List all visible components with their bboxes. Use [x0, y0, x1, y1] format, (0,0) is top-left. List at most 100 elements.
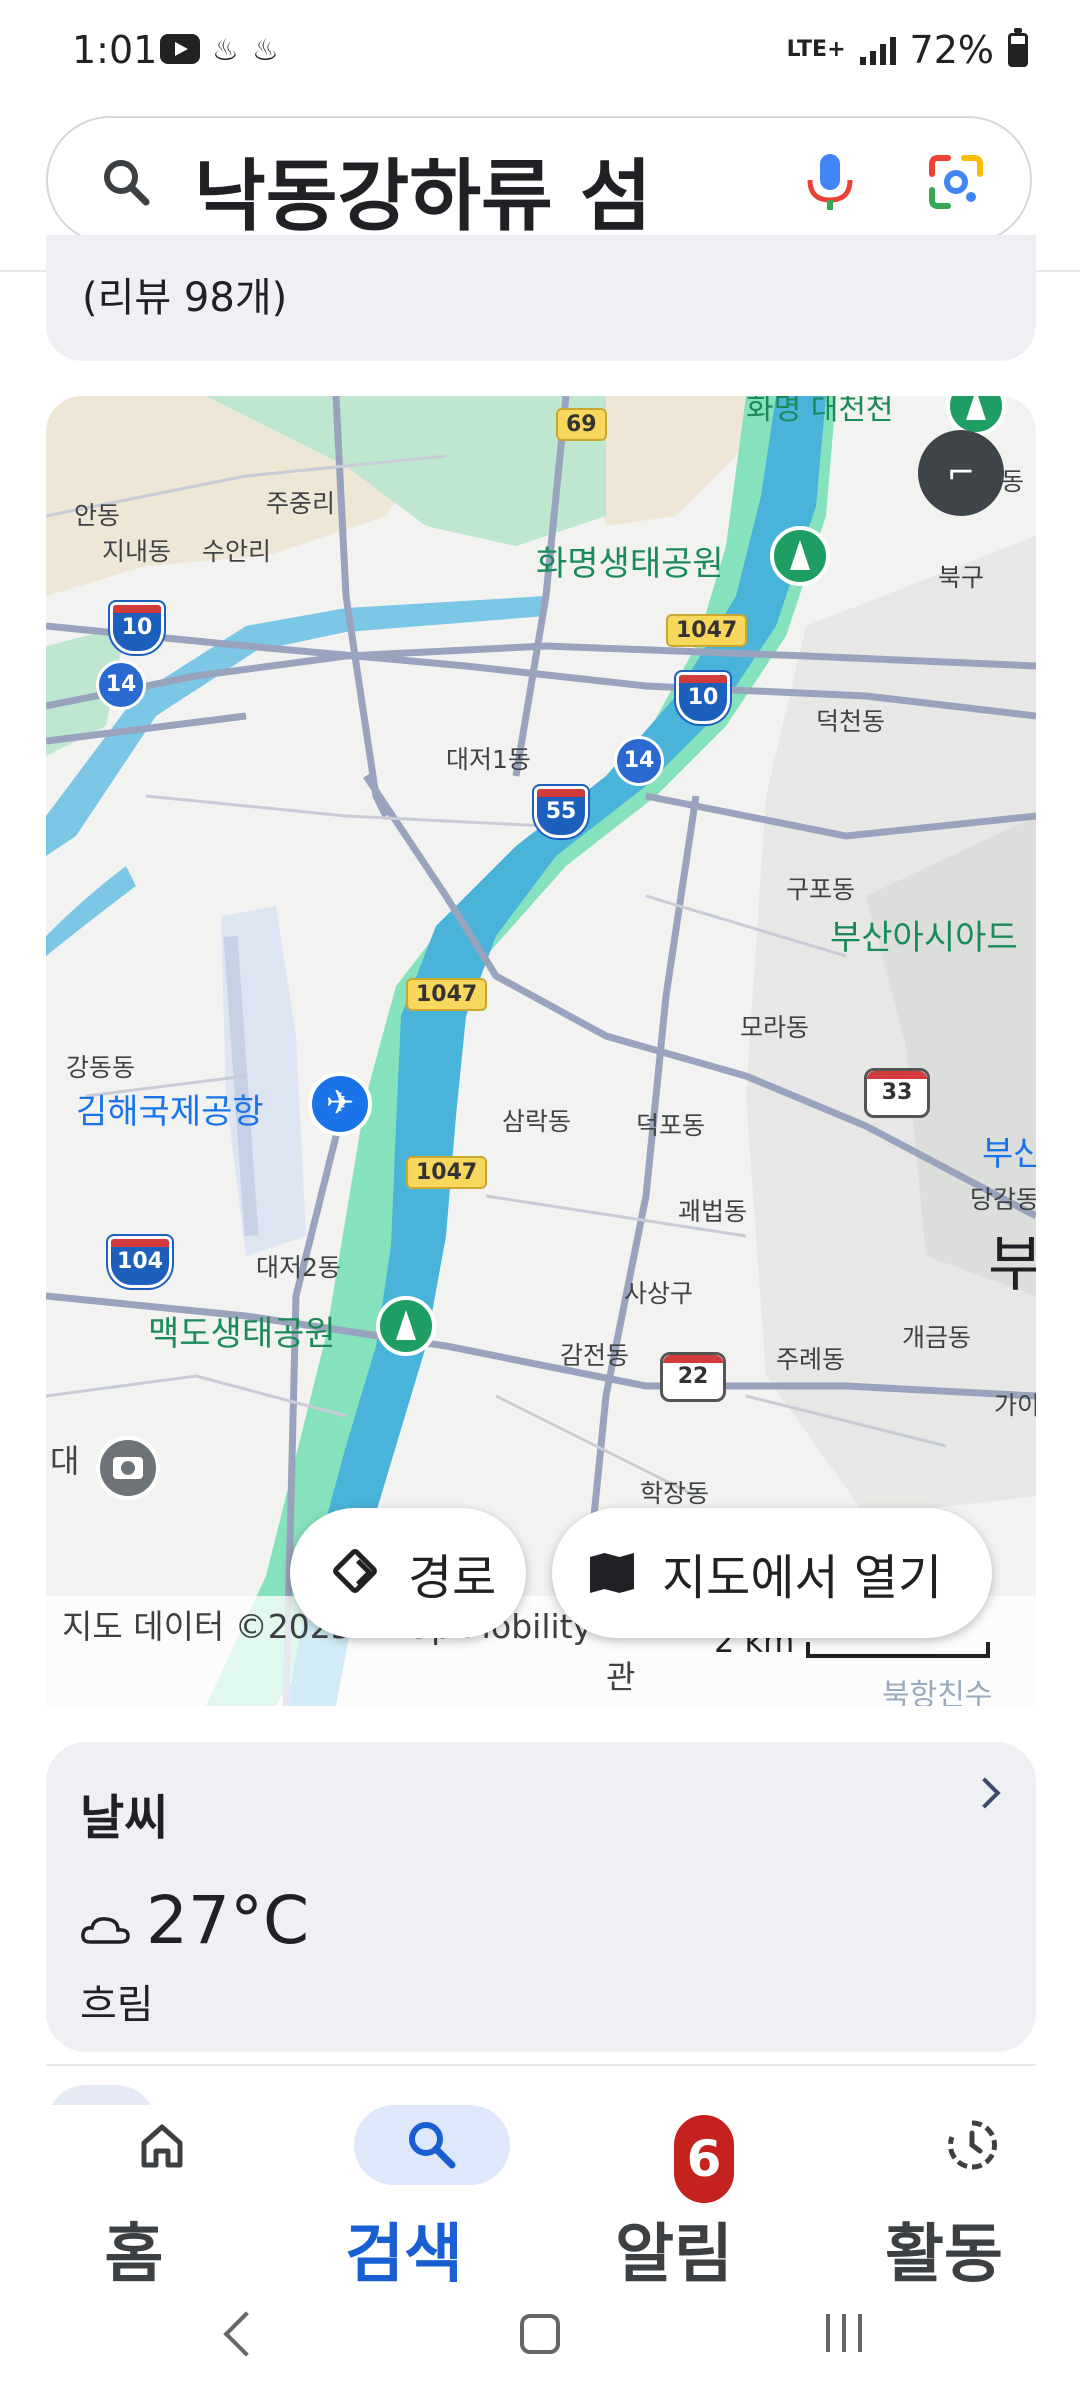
map-label: 북항친수: [882, 1678, 993, 1706]
map-label: 부: [988, 1230, 1036, 1300]
map-label: 안동: [74, 501, 121, 530]
notification-icons: ♨ ♨: [160, 34, 280, 68]
nav-icon-container: [354, 2105, 510, 2185]
map-view[interactable]: 안동 지내동 수안리 주중리 대저1동 대저2동 강동동 북구 덕천동 구포동 …: [46, 396, 1036, 1706]
review-count[interactable]: (리뷰 98개): [82, 265, 287, 323]
map-label: 사상구: [624, 1279, 694, 1308]
weather-condition: 흐림: [80, 1982, 154, 2028]
park-icon[interactable]: [770, 526, 830, 586]
directions-icon: [330, 1546, 384, 1600]
search-box[interactable]: 낙동강하류 섬: [46, 116, 1032, 244]
search-icon[interactable]: [100, 156, 152, 208]
youtube-icon: [160, 34, 200, 64]
place-label[interactable]: 화명 대천천: [746, 396, 894, 428]
interstate-shield: 10: [110, 602, 164, 654]
recent-apps-icon[interactable]: [826, 2314, 862, 2352]
scale-bar: [806, 1642, 990, 1658]
nav-icon-container: [84, 2105, 240, 2185]
mic-icon[interactable]: [800, 150, 860, 214]
nav-activity[interactable]: 활동: [844, 2105, 1044, 2295]
open-in-maps-button[interactable]: 지도에서 열기: [552, 1508, 992, 1638]
map-label: 부산: [982, 1134, 1036, 1174]
map-label: 삼락동: [502, 1107, 572, 1136]
map-label: 주중리: [266, 489, 336, 518]
directions-button[interactable]: 경로: [290, 1508, 526, 1638]
route-badge: 1047: [406, 978, 488, 1011]
national-route-badge: 22: [660, 1352, 726, 1402]
status-right: LTE+ 72%: [787, 28, 1028, 72]
nav-notifications[interactable]: 알림: [574, 2105, 774, 2295]
map-label: 북구: [938, 563, 985, 592]
park-icon[interactable]: [376, 1296, 436, 1356]
route-badge: 69: [556, 408, 607, 441]
battery-percent: 72%: [909, 28, 994, 72]
nav-home[interactable]: 홈: [34, 2105, 234, 2295]
map-label: 감전동: [560, 1341, 630, 1370]
open-in-maps-label: 지도에서 열기: [662, 1550, 943, 1606]
signal-icon: [859, 35, 896, 65]
nav-label: 활동: [885, 2218, 1003, 2292]
nav-label: 검색: [345, 2218, 463, 2292]
shield-number: 10: [687, 685, 719, 710]
map-label: 가이: [994, 1391, 1036, 1420]
map-label: 덕천동: [816, 707, 886, 736]
status-time: 1:01: [72, 28, 158, 72]
weather-temperature: 27°C: [146, 1882, 310, 1959]
map-icon: [590, 1549, 638, 1597]
pot-icon: ♨: [212, 33, 239, 68]
battery-icon: [1008, 28, 1028, 67]
place-label[interactable]: 화명생태공원: [536, 536, 724, 585]
shield-number: 10: [121, 615, 153, 640]
shield-number: 55: [545, 799, 577, 824]
nav-search[interactable]: 검색: [304, 2105, 510, 2295]
camera-icon[interactable]: [96, 1436, 160, 1500]
bottom-navigation: 홈 검색 알림 6 활동: [0, 2105, 1080, 2295]
weather-card[interactable]: 날씨 27°C 흐림: [46, 1742, 1036, 2052]
home-button-icon[interactable]: [520, 2314, 560, 2354]
place-label[interactable]: 부산아시아드: [830, 910, 1018, 959]
interstate-shield: 10: [676, 672, 730, 724]
search-input[interactable]: 낙동강하류 섬: [194, 134, 652, 246]
map-label: 대저2동: [256, 1253, 341, 1282]
route-badge: 1047: [406, 1156, 488, 1189]
divider: [46, 2064, 1036, 2066]
system-navigation: [0, 2300, 1080, 2400]
map-layer-icon[interactable]: ⌐: [918, 430, 1004, 516]
interstate-shield: 104: [108, 1236, 172, 1288]
route-badge: 1047: [666, 614, 748, 647]
place-card-tail: (리뷰 98개): [46, 235, 1036, 361]
cloud-icon: [81, 1917, 130, 1944]
shield-number: 104: [117, 1249, 163, 1274]
map-label: 덕포동: [636, 1111, 706, 1140]
network-type: LTE+: [786, 37, 846, 62]
weather-title: 날씨: [80, 1790, 169, 1846]
nav-label: 알림: [615, 2218, 733, 2292]
map-label: 강동동: [66, 1053, 136, 1082]
interstate-shield: 55: [534, 786, 588, 838]
map-label: 주례동: [776, 1345, 846, 1374]
map-label: 개금동: [902, 1323, 972, 1352]
pot-icon: ♨: [252, 33, 279, 68]
home-icon: [141, 2124, 183, 2168]
search-icon: [409, 2122, 456, 2169]
national-route-badge: 33: [864, 1068, 930, 1118]
map-label: 당감동: [970, 1185, 1036, 1214]
google-lens-icon[interactable]: [926, 152, 986, 212]
place-label[interactable]: 김해국제공항: [76, 1084, 264, 1133]
status-bar: 1:01 ♨ ♨ LTE+ 72%: [0, 0, 1080, 110]
route-circle: 14: [96, 660, 146, 710]
map-label: 대: [50, 1442, 80, 1480]
map-label: 모라동: [740, 1013, 810, 1042]
nav-icon-container: [894, 2105, 1050, 2185]
route-circle: 14: [614, 736, 664, 786]
map-label: 괘법동: [678, 1197, 748, 1226]
chevron-right-icon[interactable]: [969, 1777, 1001, 1809]
back-icon[interactable]: [223, 2311, 269, 2357]
place-label[interactable]: 맥도생태공원: [148, 1306, 336, 1355]
airplane-icon[interactable]: ✈: [308, 1072, 372, 1136]
map-label: 구포동: [786, 875, 856, 904]
map-label: 대저1동: [446, 745, 531, 774]
route-number: 22: [677, 1364, 709, 1389]
activity-icon: [948, 2120, 997, 2170]
directions-label: 경로: [408, 1550, 497, 1606]
